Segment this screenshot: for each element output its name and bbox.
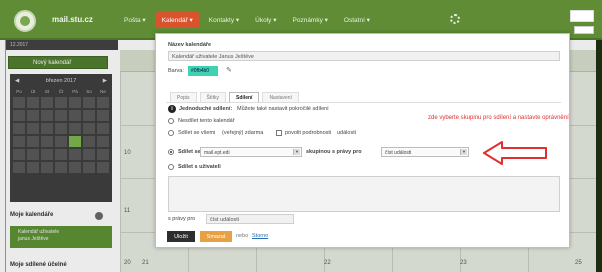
no-share-label: Nesdílet tento kalendář	[178, 118, 235, 124]
info-icon: i	[168, 105, 176, 113]
tabs-divider	[166, 102, 561, 103]
details-label: povolit podrobnosti	[285, 130, 332, 136]
nav-item[interactable]: Pošta ▾	[118, 12, 152, 28]
red-arrow-icon	[483, 141, 547, 165]
details-checkbox[interactable]	[276, 130, 282, 136]
dialog-tab[interactable]: Popis	[170, 92, 197, 102]
annotation-text: zde vyberte skupinu pro sdílení a nastav…	[428, 115, 569, 121]
account-box[interactable]	[570, 10, 594, 22]
logo-mark	[20, 16, 30, 26]
save-button[interactable]: Uložit	[167, 231, 195, 242]
nav-item[interactable]: Úkoly ▾	[249, 12, 282, 28]
rights-input[interactable]: číst události	[206, 214, 294, 224]
dialog-tabs: Popis Štítky Sdílení Nastavení	[170, 92, 299, 102]
group-select[interactable]: mail.ept.edi ▼	[200, 147, 302, 157]
share-users-label: Sdílet s uživateli	[178, 164, 221, 170]
color-label: Barva:	[168, 68, 184, 74]
share-group-label: Sdílet se	[178, 149, 201, 155]
nav-item[interactable]: Kontakty ▾	[203, 12, 245, 28]
calendar-settings-dialog: Název kalendáře Kalendář uživatele Janus…	[155, 33, 570, 248]
radio-share-all[interactable]	[168, 130, 174, 136]
radio-share-users[interactable]	[168, 164, 174, 170]
rights-label: s právy pro	[168, 216, 196, 222]
or-text: nebo	[236, 233, 249, 239]
right-edge	[596, 40, 602, 272]
details-label-rest: událostí	[337, 130, 357, 136]
group-rights-value: číst události	[385, 150, 412, 156]
calendar-name-input[interactable]: Kalendář uživatele Janus Ještěve	[168, 51, 560, 61]
radio-share-group[interactable]	[168, 149, 174, 155]
dialog-tab[interactable]: Sdílení	[229, 92, 260, 102]
cancel-link[interactable]: Storno	[252, 233, 268, 239]
group-select-value: mail.ept.edi	[204, 150, 230, 156]
share-all-label: Sdílet se všemi	[178, 130, 216, 136]
share-all-extra: (veřejný) zdarma	[222, 130, 264, 136]
color-picker[interactable]: #0fb4b0	[188, 66, 218, 76]
nav-item[interactable]: Poznámky ▾	[287, 12, 334, 28]
nav-item[interactable]: Ostatní ▾	[338, 12, 376, 28]
site-name[interactable]: mail.stu.cz	[52, 15, 93, 24]
eyedropper-icon[interactable]: ✎	[226, 67, 234, 75]
calendar-name-label: Název kalendáře	[168, 42, 212, 48]
simple-sharing-label: Jednoduché sdílení:	[179, 106, 233, 112]
delete-button[interactable]: Smazat	[200, 231, 232, 242]
settings-gear-icon[interactable]	[450, 14, 460, 24]
advanced-sharing-hint[interactable]: Můžete také nastavit pokročilé sdílení	[237, 106, 329, 112]
view-toggle[interactable]	[574, 26, 594, 34]
nav-item[interactable]: Kalendář ▾	[155, 12, 199, 28]
chevron-down-icon: ▼	[293, 149, 300, 155]
users-textarea[interactable]	[168, 176, 560, 212]
radio-no-share[interactable]	[168, 118, 174, 124]
main-menu: Pošta ▾ Kalendář ▾ Kontakty ▾ Úkoly ▾ Poznám…	[118, 12, 376, 28]
dialog-tab[interactable]: Štítky	[199, 92, 227, 102]
group-rights-label: skupinou s právy pro	[306, 149, 362, 155]
app-logo[interactable]	[14, 10, 36, 32]
dialog-tab[interactable]: Nastavení	[262, 92, 299, 102]
group-rights-select[interactable]: číst události ▼	[381, 147, 469, 157]
chevron-down-icon: ▼	[460, 149, 467, 155]
